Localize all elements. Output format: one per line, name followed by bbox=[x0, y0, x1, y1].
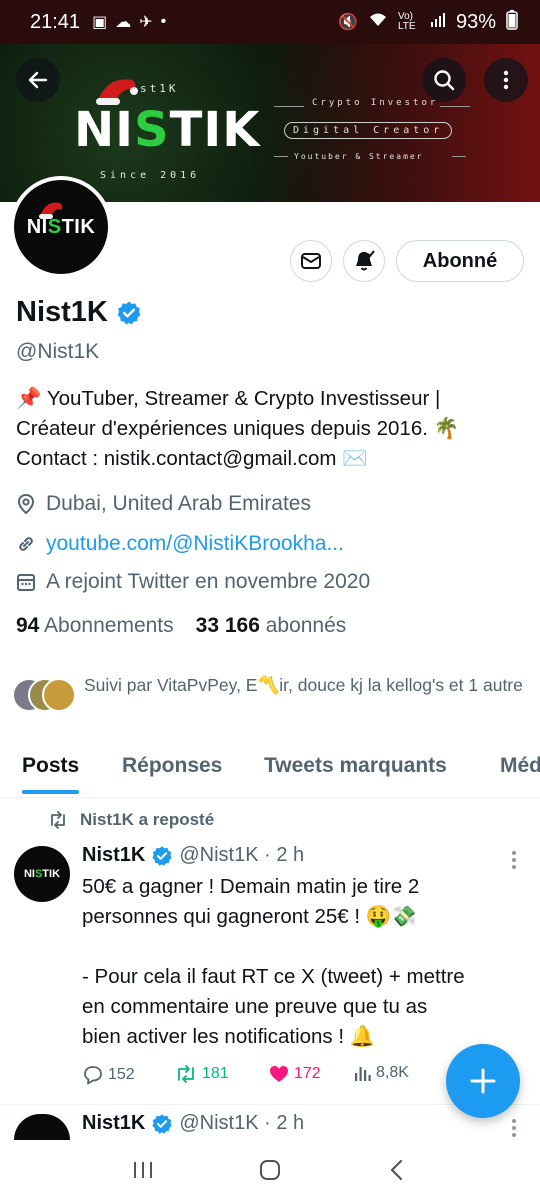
post-header: Nist1K @Nist1K · 2 h bbox=[82, 1112, 304, 1135]
plus-icon bbox=[470, 1068, 496, 1094]
repost-indicator: Nist1K a reposté bbox=[48, 810, 214, 830]
tab-media[interactable]: Méd bbox=[500, 754, 540, 778]
profile-bio: 📌 YouTuber, Streamer & Crypto Investisse… bbox=[16, 387, 460, 470]
retweet-count: 181 bbox=[202, 1065, 229, 1082]
tab-highlights[interactable]: Tweets marquants bbox=[264, 754, 447, 778]
battery-level: 93% bbox=[455, 10, 496, 33]
heart-icon bbox=[270, 1066, 288, 1082]
post-author-handle: @Nist1K · 2 h bbox=[179, 1112, 305, 1134]
verified-badge-icon[interactable] bbox=[116, 300, 142, 326]
link-icon bbox=[19, 537, 33, 551]
message-button[interactable] bbox=[290, 240, 332, 282]
active-tab-indicator bbox=[22, 790, 80, 794]
follow-counts: 94 Abonnements 33 166 abonnés bbox=[16, 614, 346, 638]
verified-badge-icon bbox=[152, 845, 172, 866]
recent-apps-button[interactable] bbox=[123, 1150, 163, 1190]
more-vertical-icon bbox=[503, 70, 509, 90]
status-time: 21:41 bbox=[30, 10, 81, 33]
network-label: Vo) LTE bbox=[397, 11, 416, 32]
post-author-name[interactable]: Nist1K bbox=[82, 1112, 145, 1135]
compose-button[interactable] bbox=[446, 1044, 520, 1118]
profile-joined: A rejoint Twitter en novembre 2020 bbox=[16, 570, 370, 594]
santa-hat-icon bbox=[39, 202, 63, 219]
reply-button[interactable]: 152 bbox=[82, 1064, 135, 1086]
post-author-name[interactable]: Nist1K bbox=[82, 844, 145, 867]
following-count-link[interactable]: 94 Abonnements bbox=[16, 614, 174, 638]
calendar-icon bbox=[17, 574, 35, 591]
followed-by[interactable]: Suivi par VitaPvPey, E〽️ir, douce kj la … bbox=[12, 672, 532, 714]
like-count: 172 bbox=[294, 1065, 321, 1082]
followers-count-link[interactable]: 33 166 abonnés bbox=[196, 614, 347, 638]
tab-posts[interactable]: Posts bbox=[22, 754, 80, 794]
mute-icon: 🔇 bbox=[338, 14, 358, 31]
chevron-left-icon bbox=[390, 1159, 402, 1181]
gallery-icon: ▣ bbox=[92, 14, 108, 31]
views-count: 8,8K bbox=[376, 1064, 409, 1081]
system-back-button[interactable] bbox=[377, 1150, 417, 1190]
banner-since: Since 2016 bbox=[100, 170, 201, 181]
repost-icon bbox=[51, 811, 65, 829]
banner-logo-top: st1K bbox=[140, 82, 179, 95]
post-actions: 152 181 172 8,8K bbox=[82, 1064, 442, 1092]
post-header: Nist1K @Nist1K · 2 h bbox=[82, 844, 304, 867]
reply-count: 152 bbox=[108, 1066, 135, 1083]
avatar bbox=[42, 678, 76, 712]
recent-apps-icon bbox=[134, 1162, 153, 1178]
cloud-icon: ☁ bbox=[115, 14, 132, 31]
status-bar: 21:41 ▣ ☁ ✈ • 🔇 Vo) LTE 93% bbox=[0, 0, 540, 44]
battery-icon bbox=[506, 9, 518, 35]
wifi-icon bbox=[368, 12, 388, 33]
views-button[interactable]: 8,8K bbox=[354, 1064, 409, 1082]
post-text[interactable]: 50€ a gagner ! Demain matin je tire 2 pe… bbox=[82, 872, 532, 1052]
tab-replies[interactable]: Réponses bbox=[122, 754, 222, 778]
profile-link[interactable]: youtube.com/@NistiKBrookha... bbox=[16, 532, 344, 556]
arrow-left-icon bbox=[28, 71, 48, 89]
santa-hat-icon bbox=[96, 79, 138, 105]
search-button[interactable] bbox=[422, 58, 466, 102]
profile-avatar[interactable]: NISTIK bbox=[10, 176, 112, 278]
banner-tagline-crypto: Crypto Investor bbox=[312, 98, 439, 108]
notifications-button[interactable] bbox=[343, 240, 385, 282]
dot-icon: • bbox=[160, 13, 167, 30]
envelope-icon bbox=[301, 253, 321, 269]
retweet-icon bbox=[178, 1065, 194, 1083]
following-button[interactable]: Abonné bbox=[396, 240, 524, 282]
reply-icon bbox=[84, 1066, 102, 1085]
search-icon bbox=[434, 70, 455, 91]
verified-badge-icon bbox=[152, 1113, 172, 1134]
banner-tagline-youtuber: Youtuber & Streamer bbox=[294, 152, 424, 161]
post-more-button[interactable] bbox=[504, 848, 524, 872]
banner-tagline-creator: Digital Creator bbox=[284, 122, 453, 139]
followed-by-text: Suivi par VitaPvPey, E〽️ir, douce kj la … bbox=[84, 675, 523, 695]
banner-logo: NISTIK bbox=[74, 102, 261, 158]
location-pin-icon bbox=[17, 493, 35, 515]
retweet-button[interactable]: 181 bbox=[174, 1064, 229, 1084]
bell-check-icon bbox=[356, 250, 375, 271]
profile-tabs: Posts Réponses Tweets marquants Méd bbox=[0, 740, 540, 798]
views-icon bbox=[355, 1067, 371, 1081]
post-author-handle: @Nist1K · 2 h bbox=[179, 844, 305, 866]
like-button[interactable]: 172 bbox=[268, 1064, 321, 1084]
tools-icon: ✈ bbox=[139, 14, 153, 31]
system-nav-bar bbox=[0, 1140, 540, 1200]
profile-link-text[interactable]: youtube.com/@NistiKBrookha... bbox=[46, 532, 344, 556]
post-author-avatar[interactable] bbox=[14, 1114, 70, 1140]
back-button[interactable] bbox=[16, 58, 60, 102]
display-name: Nist1K bbox=[16, 296, 142, 329]
post-more-button[interactable] bbox=[504, 1116, 524, 1140]
more-options-button[interactable] bbox=[484, 58, 528, 102]
post-author-avatar[interactable]: NISTIK bbox=[14, 846, 70, 902]
followed-by-avatars bbox=[12, 678, 76, 714]
home-button[interactable] bbox=[250, 1150, 290, 1190]
home-icon bbox=[259, 1160, 280, 1180]
signal-icon bbox=[430, 12, 446, 33]
profile-handle: @Nist1K bbox=[16, 340, 100, 363]
profile-location: Dubai, United Arab Emirates bbox=[16, 492, 311, 516]
